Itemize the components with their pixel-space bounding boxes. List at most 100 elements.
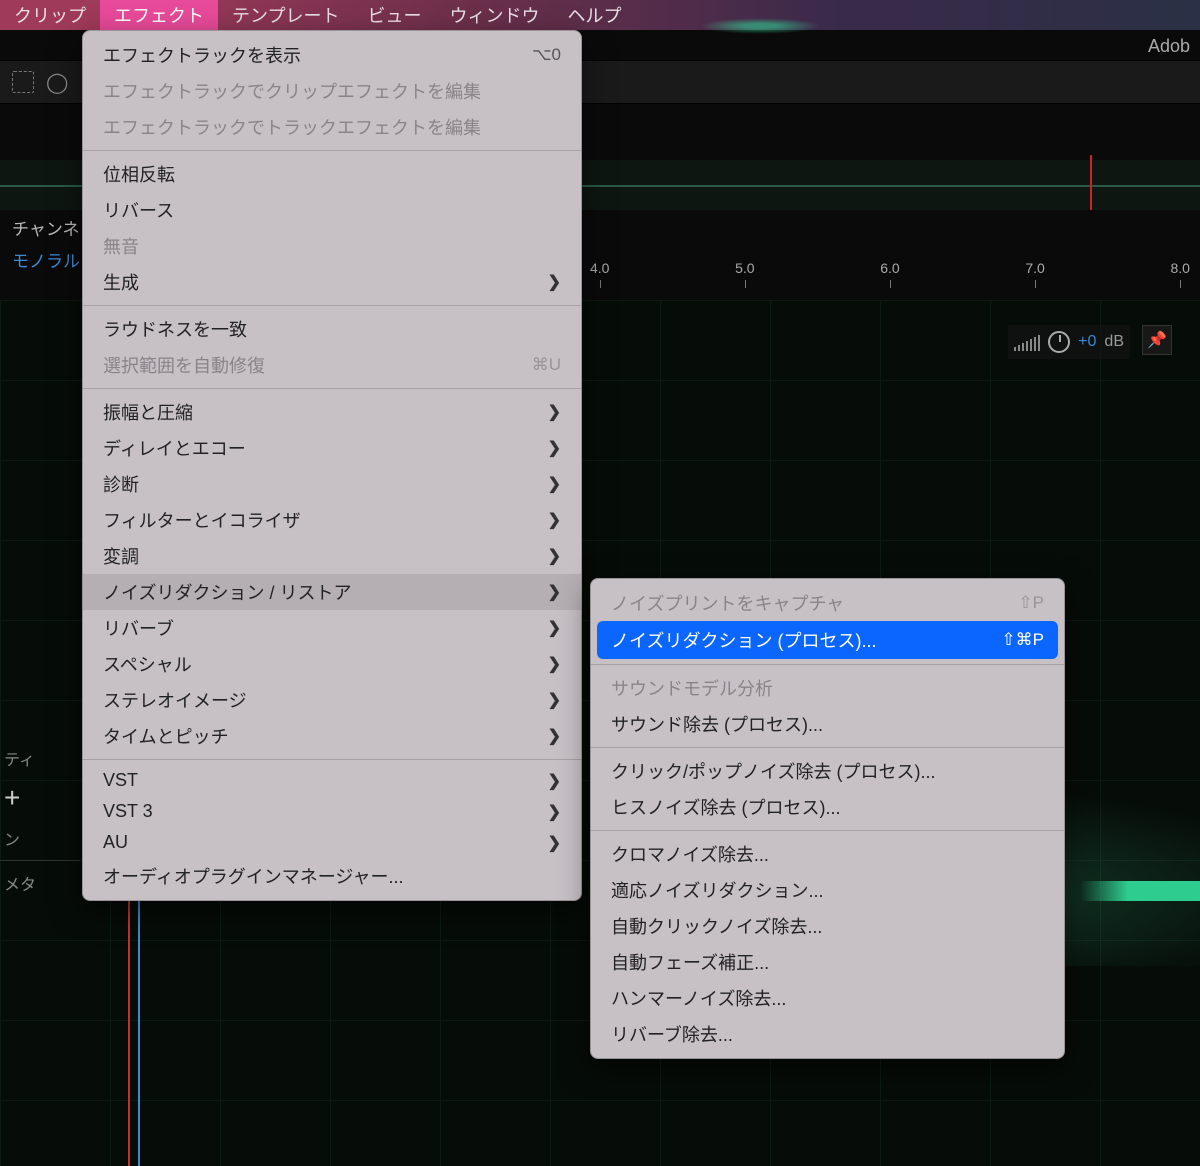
chevron-right-icon: ❯	[548, 726, 561, 746]
menu-item-label: 無音	[103, 233, 139, 259]
effect-menu-item[interactable]: フィルターとイコライザ ❯	[83, 502, 581, 538]
effect-menu-item[interactable]: ステレオイメージ❯	[83, 682, 581, 718]
menu-item-label: 選択範囲を自動修復	[103, 352, 265, 378]
effect-menu-item: エフェクトラックでクリップエフェクトを編集	[83, 73, 581, 109]
effect-menu-item[interactable]: VST ❯	[83, 765, 581, 796]
overview-playhead[interactable]	[1090, 155, 1092, 210]
timeline-tick: 8.0	[1171, 260, 1190, 276]
noise-reduction-menu-item[interactable]: ハンマーノイズ除去...	[591, 980, 1064, 1016]
effect-menu-item[interactable]: 位相反転	[83, 156, 581, 192]
noise-reduction-menu-item: ノイズプリントをキャプチャ⇧P	[591, 585, 1064, 621]
menu-help[interactable]: ヘルプ	[553, 0, 635, 32]
db-value: +0	[1078, 333, 1096, 351]
app-title: Adob	[1138, 32, 1200, 62]
effect-menu-item[interactable]: VST 3 ❯	[83, 796, 581, 827]
noise-reduction-menu-item[interactable]: クリック/ポップノイズ除去 (プロセス)...	[591, 753, 1064, 789]
add-button[interactable]: +	[0, 776, 80, 820]
effect-menu-item[interactable]: 生成❯	[83, 264, 581, 300]
noise-reduction-menu-item[interactable]: ノイズリダクション (プロセス)... ⇧⌘P	[597, 621, 1058, 659]
menu-item-label: 位相反転	[103, 161, 175, 187]
menu-item-label: 自動クリックノイズ除去...	[611, 913, 822, 939]
menu-item-label: オーディオプラグインマネージャー...	[103, 863, 403, 889]
noise-reduction-menu-item[interactable]: 適応ノイズリダクション...	[591, 872, 1064, 908]
timeline-ruler[interactable]: 4.0 5.0 6.0 7.0 8.0	[580, 250, 1200, 286]
effect-menu-dropdown: エフェクトラックを表示⌥0 エフェクトラックでクリップエフェクトを編集エフェクトラ…	[82, 30, 582, 901]
menu-item-label: VST 3	[103, 801, 153, 822]
pin-button[interactable]: 📌	[1142, 325, 1172, 355]
chevron-right-icon: ❯	[548, 510, 561, 530]
amplitude-hud[interactable]: +0 dB	[1008, 325, 1130, 359]
timeline-tick: 5.0	[735, 260, 754, 276]
chevron-right-icon: ❯	[548, 802, 561, 822]
effect-menu-item[interactable]: オーディオプラグインマネージャー...	[83, 858, 581, 894]
properties-tab[interactable]: ティ	[0, 740, 80, 776]
noise-reduction-submenu: ノイズプリントをキャプチャ⇧P ノイズリダクション (プロセス)... ⇧⌘P サウン…	[590, 578, 1065, 1059]
effect-menu-item[interactable]: 変調❯	[83, 538, 581, 574]
mono-label[interactable]: モノラル	[12, 247, 80, 272]
marquee-tool-icon[interactable]	[12, 71, 34, 93]
app-menubar: クリップ エフェクト テンプレート ビュー ウィンドウ ヘルプ	[0, 0, 1200, 30]
noise-reduction-menu-item[interactable]: サウンド除去 (プロセス)...	[591, 706, 1064, 742]
effect-menu-item[interactable]: ラウドネスを一致	[83, 311, 581, 347]
effect-menu-item[interactable]: リバーブ ❯	[83, 610, 581, 646]
menu-item-label: リバーブ	[103, 615, 174, 641]
menu-item-label: フィルターとイコライザ	[103, 507, 301, 533]
properties-sidebar: ティ + ン メタ	[0, 740, 80, 901]
waveform-burst	[1080, 881, 1200, 901]
menu-window[interactable]: ウィンドウ	[435, 0, 553, 32]
menu-item-label: ノイズリダクション / リストア	[103, 579, 351, 605]
menu-item-label: 自動フェーズ補正...	[611, 949, 769, 975]
menu-effect[interactable]: エフェクト	[100, 0, 218, 32]
vu-bars-icon	[1014, 333, 1040, 351]
menu-item-label: ディレイとエコー	[103, 435, 246, 461]
menu-item-label: ノイズリダクション (プロセス)...	[611, 627, 876, 653]
effect-menu-item[interactable]: 振幅と圧縮❯	[83, 394, 581, 430]
menu-item-label: ノイズプリントをキャプチャ	[611, 590, 844, 616]
waveform-overview-content	[700, 18, 820, 34]
menu-item-label: リバーブ除去...	[611, 1021, 733, 1047]
noise-reduction-menu-item[interactable]: リバーブ除去...	[591, 1016, 1064, 1052]
chevron-right-icon: ❯	[548, 654, 561, 674]
noise-reduction-menu-item[interactable]: ヒスノイズ除去 (プロセス)...	[591, 789, 1064, 825]
effect-menu-item[interactable]: ディレイとエコー❯	[83, 430, 581, 466]
menu-item-label: VST	[103, 770, 138, 791]
menu-item-label: ラウドネスを一致	[103, 316, 247, 342]
effect-menu-item[interactable]: スペシャル ❯	[83, 646, 581, 682]
clock-icon	[1048, 331, 1070, 353]
effect-menu-item[interactable]: エフェクトラックを表示⌥0	[83, 37, 581, 73]
noise-reduction-menu-item[interactable]: クロマノイズ除去...	[591, 836, 1064, 872]
menu-item-label: ステレオイメージ	[103, 687, 247, 713]
menu-separator	[591, 747, 1064, 748]
menu-item-label: エフェクトラックでトラックエフェクトを編集	[103, 114, 481, 140]
menu-item-label: スペシャル	[103, 651, 192, 677]
pin-icon: 📌	[1147, 330, 1167, 350]
metadata-tab[interactable]: メタ	[0, 865, 80, 901]
effect-menu-item[interactable]: 診断❯	[83, 466, 581, 502]
menu-clip[interactable]: クリップ	[0, 0, 100, 32]
menu-view[interactable]: ビュー	[353, 0, 435, 32]
menu-item-shortcut: ⇧⌘P	[1001, 630, 1044, 650]
menu-item-label: エフェクトラックでクリップエフェクトを編集	[103, 78, 481, 104]
menu-item-label: サウンド除去 (プロセス)...	[611, 711, 823, 737]
nn-label: ン	[0, 820, 80, 856]
menu-item-label: AU	[103, 832, 128, 853]
menu-item-label: 診断	[103, 471, 139, 497]
lasso-tool-icon[interactable]: ◯	[46, 70, 68, 95]
menu-item-label: サウンドモデル分析	[611, 675, 773, 701]
chevron-right-icon: ❯	[548, 618, 561, 638]
menu-item-label: 適応ノイズリダクション...	[611, 877, 823, 903]
chevron-right-icon: ❯	[548, 582, 561, 602]
effect-menu-item[interactable]: リバース	[83, 192, 581, 228]
effect-menu-item: 無音	[83, 228, 581, 264]
menu-item-shortcut: ⌥0	[532, 45, 561, 65]
effect-menu-item[interactable]: タイムとピッチ ❯	[83, 718, 581, 754]
effect-menu-item[interactable]: ノイズリダクション / リストア ❯	[83, 574, 581, 610]
menu-item-label: タイムとピッチ	[103, 723, 229, 749]
timeline-tick: 7.0	[1025, 260, 1044, 276]
noise-reduction-menu-item[interactable]: 自動フェーズ補正...	[591, 944, 1064, 980]
chevron-right-icon: ❯	[548, 771, 561, 791]
noise-reduction-menu-item[interactable]: 自動クリックノイズ除去...	[591, 908, 1064, 944]
timeline-tick: 6.0	[880, 260, 899, 276]
menu-template[interactable]: テンプレート	[218, 0, 353, 32]
effect-menu-item[interactable]: AU❯	[83, 827, 581, 858]
